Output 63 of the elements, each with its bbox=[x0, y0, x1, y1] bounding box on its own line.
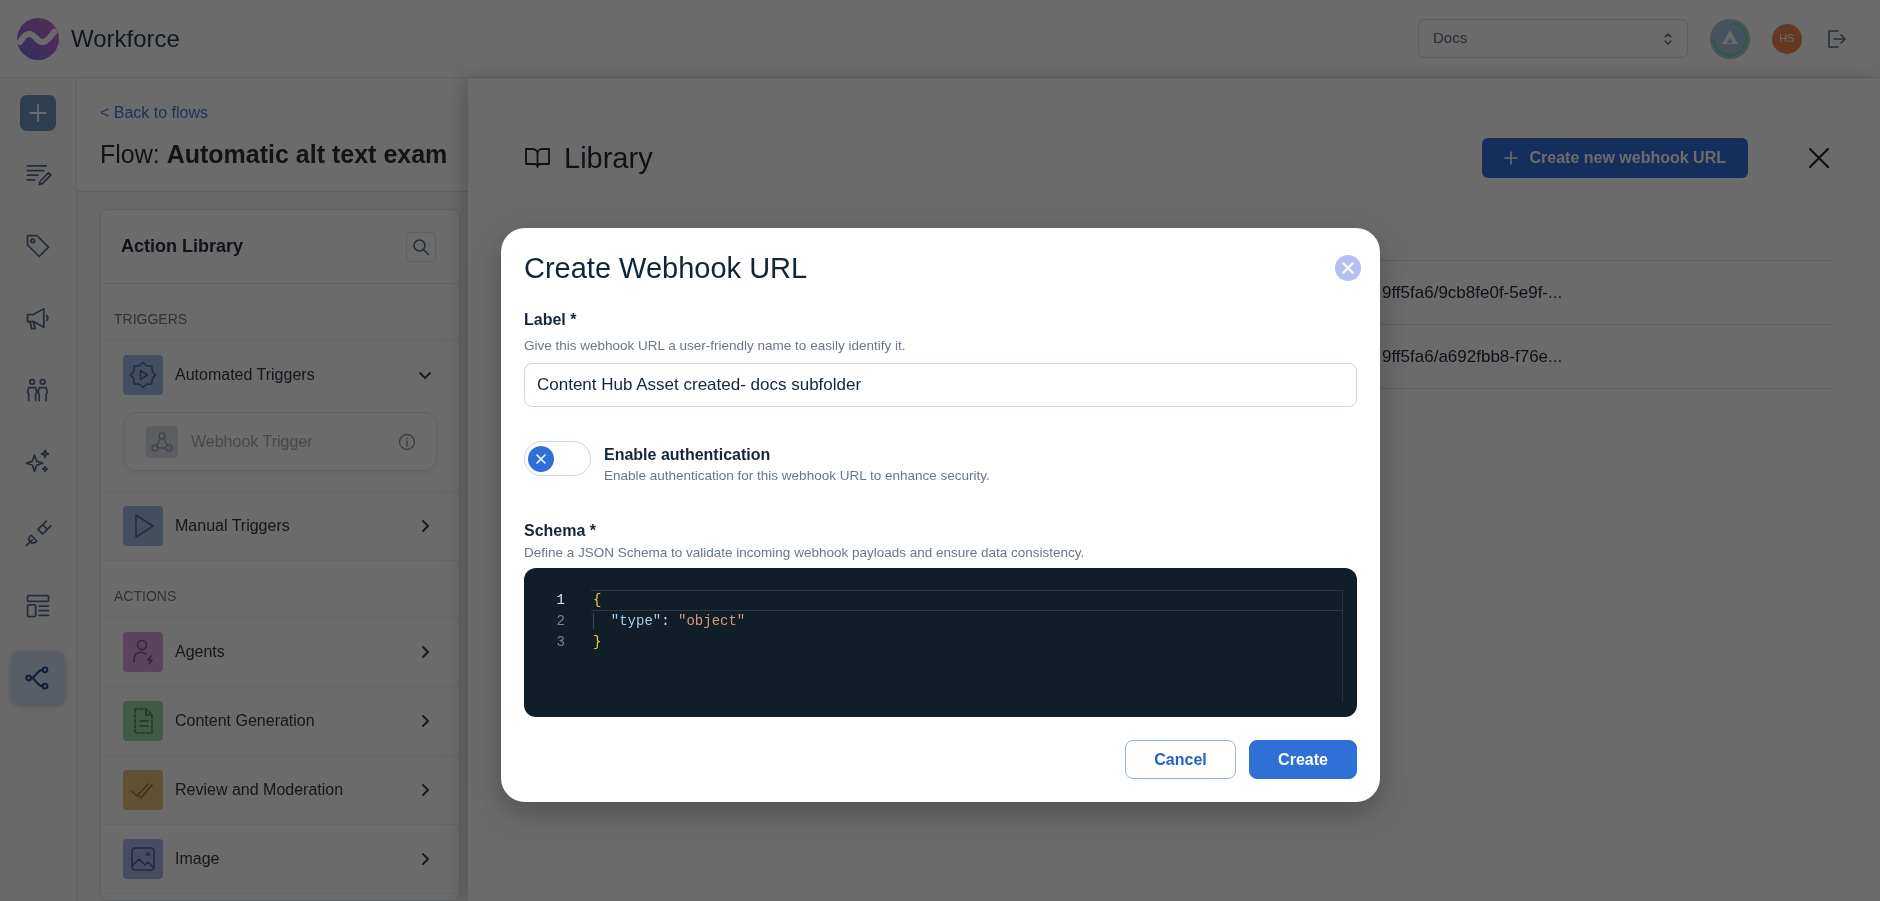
close-button[interactable] bbox=[1806, 145, 1832, 171]
logo-icon bbox=[17, 17, 59, 60]
toggle-hint: Enable authentication for this webhook URL to enhance security. bbox=[604, 467, 990, 485]
code-line: "type": "object" bbox=[591, 611, 1342, 632]
plus-icon bbox=[28, 103, 48, 123]
connected-nodes-icon bbox=[146, 425, 178, 458]
line-number: 2 bbox=[555, 612, 565, 631]
field-hint: Give this webhook URL a user-friendly name to easily identify it. bbox=[524, 337, 907, 355]
plus-icon bbox=[1503, 151, 1518, 165]
book-icon bbox=[525, 147, 550, 169]
section-heading: TRIGGERS bbox=[101, 284, 459, 341]
back-link[interactable]: < Back to flows bbox=[100, 102, 209, 124]
close-icon bbox=[1335, 255, 1361, 281]
webhook-url-cell-text: 9ff5fa6/a692fbb8-f76e... bbox=[1382, 345, 1563, 368]
category-item[interactable]: Automated Triggers bbox=[101, 341, 459, 409]
create-button[interactable]: Create bbox=[1249, 740, 1357, 779]
line-number: 3 bbox=[555, 633, 565, 652]
plug-icon bbox=[24, 520, 52, 548]
info-icon bbox=[398, 432, 416, 451]
layout-icon bbox=[24, 592, 52, 620]
category-item[interactable]: Review and Moderation bbox=[101, 756, 459, 825]
flow-title: Flow: Automatic alt text exam bbox=[100, 139, 449, 170]
code-line: { bbox=[591, 590, 1342, 611]
gear-icon bbox=[123, 355, 163, 395]
label-input[interactable]: Content Hub Asset created- docs subfolder bbox=[524, 363, 1357, 407]
create-webhook-button[interactable]: Create new webhook URL bbox=[1481, 138, 1748, 178]
toggle-switch[interactable] bbox=[524, 441, 591, 476]
add-button[interactable] bbox=[20, 95, 56, 131]
drive-button[interactable] bbox=[1710, 18, 1750, 59]
user-avatar[interactable]: HS bbox=[1772, 23, 1802, 54]
category-item[interactable]: Manual Triggers bbox=[101, 492, 459, 561]
action-library-title: Action Library bbox=[121, 235, 244, 258]
cancel-button[interactable]: Cancel bbox=[1125, 740, 1236, 779]
section-heading: ACTIONS bbox=[101, 561, 459, 618]
code-line: } bbox=[592, 633, 603, 652]
play-icon bbox=[123, 506, 163, 546]
line-number: 1 bbox=[555, 591, 565, 610]
library-title: Library bbox=[564, 141, 653, 176]
chevron-up-down-icon bbox=[1663, 30, 1673, 47]
field-hint: Define a JSON Schema to validate incoming webhook payloads and ensure data consistency. bbox=[524, 544, 1086, 562]
webhook-url-cell-text: 9ff5fa6/9cb8fe0f-5e9f-... bbox=[1382, 281, 1563, 304]
field-label: Schema * bbox=[524, 521, 598, 541]
toggle-label: Enable authentication bbox=[604, 445, 772, 465]
category-item[interactable]: Agents bbox=[101, 618, 459, 687]
tag-icon bbox=[24, 232, 52, 260]
category-item[interactable]: Image bbox=[101, 825, 459, 894]
triangle-logo-icon bbox=[1710, 18, 1750, 59]
image-icon bbox=[123, 839, 163, 879]
close-icon bbox=[1806, 145, 1832, 171]
app-name: Workforce bbox=[71, 23, 180, 54]
dialog-title: Create Webhook URL bbox=[524, 251, 808, 286]
field-label: Label * bbox=[524, 310, 578, 330]
person-lightning-icon bbox=[123, 632, 163, 672]
x-mark-icon bbox=[528, 445, 554, 472]
workspace-select[interactable]: Docs bbox=[1418, 19, 1688, 58]
document-icon bbox=[123, 701, 163, 741]
double-check-icon bbox=[123, 770, 163, 810]
nav-item[interactable] bbox=[12, 652, 64, 704]
category-item[interactable]: Content Generation bbox=[101, 687, 459, 756]
code-editor[interactable]: 1 2 3 { "type": "object" } bbox=[524, 568, 1357, 717]
search-button[interactable] bbox=[406, 231, 436, 262]
dialog-close-button[interactable] bbox=[1335, 255, 1361, 281]
search-icon bbox=[412, 237, 430, 256]
